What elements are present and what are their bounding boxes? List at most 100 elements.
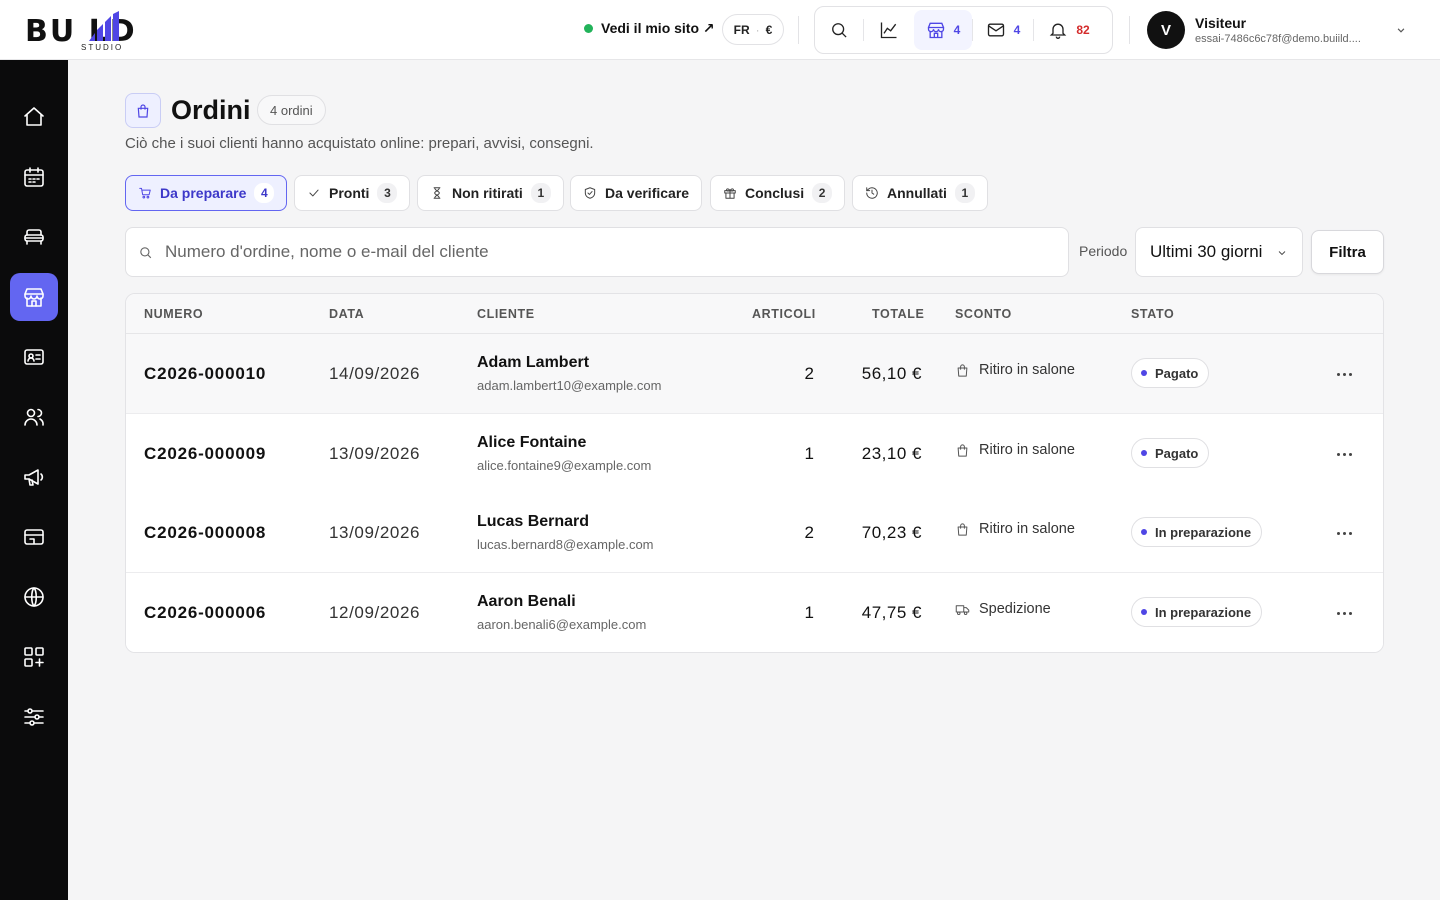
orders-table: NUMERO DATA CLIENTE ARTICOLI TOTALE SCON… [125,293,1384,653]
user-menu[interactable]: V Visiteur essai-7486c6c78f@demo.buiild.… [1147,11,1361,49]
order-items-count: 2 [804,364,814,383]
status-badge: In preparazione [1131,517,1263,547]
shield-check-icon [584,187,596,199]
tab-to-prepare[interactable]: Da preparare 4 [125,175,288,211]
sidebar-item-team[interactable] [10,393,58,441]
sidebar-item-calendar[interactable] [10,153,58,201]
chevron-down-icon[interactable] [1394,23,1408,37]
sidebar-item-services[interactable] [10,213,58,261]
more-actions-button[interactable] [1332,521,1356,545]
tab-count: 2 [812,183,833,203]
online-status-dot [584,24,593,33]
delivery-label: Spedizione [979,601,1051,617]
toolbar-group: 4 4 82 [814,6,1113,54]
locale-currency-selector[interactable]: FR · € [722,14,784,45]
column-header-customer[interactable]: CLIENTE [477,307,535,321]
delivery-method: Ritiro in salone [955,521,1075,537]
view-site-label: Vedi il mio sito ↗ [601,20,715,36]
tab-not-collected[interactable]: Non ritirati 1 [417,175,564,211]
delivery-method: Ritiro in salone [955,362,1075,378]
order-items-count: 1 [804,444,814,463]
order-number[interactable]: C2026-000008 [144,523,266,543]
tab-completed[interactable]: Conclusi 2 [710,175,846,211]
search-button[interactable] [815,10,863,50]
customer-email: aaron.benali6@example.com [477,617,647,632]
analytics-button[interactable] [864,10,914,50]
apps-add-icon [24,647,44,667]
customer-name: Aaron Benali [477,593,576,610]
avatar: V [1147,11,1185,49]
topbar-divider [1129,16,1130,44]
locale-label: FR [733,22,750,37]
notifications-count: 82 [1076,23,1090,37]
tab-count: 1 [954,183,975,203]
mail-icon [987,23,1004,37]
shopping-bag-icon [137,103,149,118]
more-actions-button[interactable] [1332,442,1356,466]
top-bar: BU LD STUDIO Vedi il mio sito ↗ FR · € 4 [0,0,1440,60]
tab-label: Annullati [887,185,947,201]
sidebar-item-marketing[interactable] [10,453,58,501]
table-row[interactable]: C2026-000008 13/09/2026 Lucas Bernard lu… [126,493,1383,573]
order-number[interactable]: C2026-000006 [144,603,266,623]
table-row[interactable]: C2026-000010 14/09/2026 Adam Lambert ada… [126,334,1383,414]
messages-button[interactable]: 4 [973,10,1033,50]
order-number[interactable]: C2026-000009 [144,444,266,464]
more-actions-button[interactable] [1332,362,1356,386]
order-items-count: 2 [804,523,814,542]
notifications-button[interactable]: 82 [1034,10,1104,50]
table-row[interactable]: C2026-000009 13/09/2026 Alice Fontaine a… [126,414,1383,494]
chevron-down-icon [1278,251,1286,256]
tab-label: Non ritirati [452,185,523,201]
tab-cancelled[interactable]: Annullati 1 [852,175,988,211]
orders-count-badge: 4 ordini [257,95,326,125]
calendar-icon [24,167,44,187]
table-row[interactable]: C2026-000006 12/09/2026 Aaron Benali aar… [126,573,1383,652]
column-header-discount[interactable]: SCONTO [955,307,1012,321]
order-date: 14/09/2026 [329,364,421,383]
delivery-label: Ritiro in salone [979,442,1075,458]
status-badge: Pagato [1131,358,1210,388]
tab-label: Pronti [329,185,370,201]
column-header-status[interactable]: STATO [1131,307,1174,321]
megaphone-icon [24,469,44,486]
user-name: Visiteur [1195,15,1247,31]
status-badge: Pagato [1131,438,1210,468]
brand-logo[interactable]: BU LD STUDIO [25,9,185,53]
order-number[interactable]: C2026-000010 [144,364,266,384]
tab-ready[interactable]: Pronti 3 [294,175,411,211]
filter-button[interactable]: Filtra [1311,230,1384,274]
column-header-number[interactable]: NUMERO [144,307,203,321]
logo-subtitle: STUDIO [81,43,124,52]
search-icon [140,246,152,258]
sidebar-item-settings[interactable] [10,693,58,741]
gift-icon [724,188,736,199]
sidebar-item-payments[interactable] [10,513,58,561]
sidebar-item-apps[interactable] [10,633,58,681]
sidebar-item-contacts[interactable] [10,333,58,381]
sidebar-item-home[interactable] [10,93,58,141]
column-header-items[interactable]: ARTICOLI [752,307,816,321]
orders-count: 4 [953,23,961,37]
sidebar [0,60,68,900]
status-dot [1141,529,1147,535]
search-input[interactable] [165,242,1045,262]
sliders-icon [24,708,44,726]
status-badge: In preparazione [1131,597,1263,627]
orders-button[interactable]: 4 [914,10,972,50]
search-icon [832,23,847,38]
status-dot [1141,450,1147,456]
bag-icon [957,363,968,377]
more-actions-button[interactable] [1332,601,1356,625]
order-total: 56,10 € [861,364,922,383]
status-dot [1141,370,1147,376]
column-header-date[interactable]: DATA [329,307,364,321]
column-header-total[interactable]: TOTALE [872,307,924,321]
sidebar-item-shop[interactable] [10,273,58,321]
status-label: In preparazione [1155,604,1252,620]
tab-to-verify[interactable]: Da verificare [570,175,703,211]
period-select[interactable]: Ultimi 30 giorni [1135,227,1303,277]
view-site-link[interactable]: Vedi il mio sito ↗ [584,20,715,37]
sidebar-item-website[interactable] [10,573,58,621]
armchair-icon [24,229,44,245]
